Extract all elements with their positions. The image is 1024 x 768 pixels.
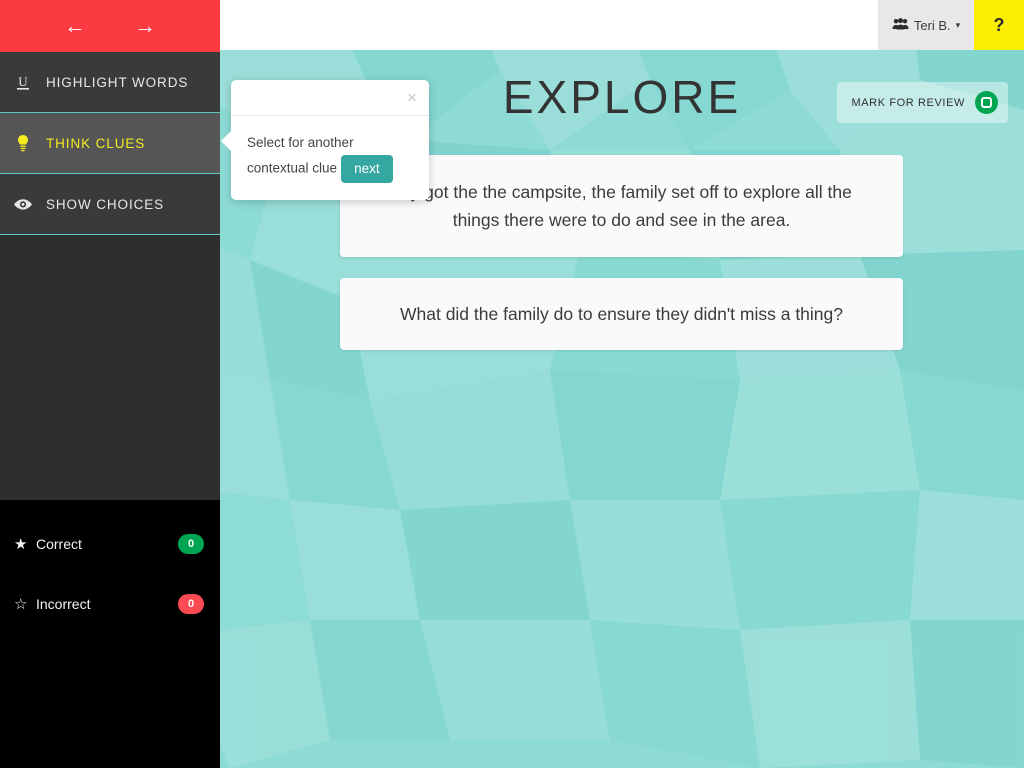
user-name-label: Teri B.: [913, 17, 951, 33]
sidebar-nav-header: ← →: [0, 0, 220, 52]
arrow-left-icon[interactable]: ←: [60, 15, 90, 37]
score-row-correct: ★ Correct 0: [0, 514, 220, 574]
sidebar-item-think-clues[interactable]: THINK CLUES: [0, 113, 220, 174]
score-badge-correct: 0: [178, 534, 204, 554]
lightbulb-glyph: [18, 135, 28, 152]
mark-for-review-label: MARK FOR REVIEW: [851, 96, 965, 109]
question-card: What did the family do to ensure they di…: [340, 278, 903, 350]
chevron-down-icon: ▾: [955, 19, 961, 30]
score-label: Incorrect: [36, 596, 91, 612]
popover-body: Select for another contextual clue next: [231, 116, 429, 183]
mark-for-review-button[interactable]: MARK FOR REVIEW: [837, 82, 1008, 123]
sidebar-item-label: THINK CLUES: [46, 135, 146, 151]
help-button[interactable]: ?: [974, 0, 1024, 50]
question-text: What did the family do to ensure they di…: [399, 304, 844, 324]
toggle-square-icon[interactable]: [975, 91, 998, 114]
popover-header: ×: [231, 80, 429, 116]
star-outline-icon: ☆: [14, 595, 28, 613]
sidebar-menu: U HIGHLIGHT WORDS THINK CLUES SHOW CHOIC…: [0, 52, 220, 500]
score-label: Correct: [36, 536, 82, 552]
next-button[interactable]: next: [341, 155, 393, 183]
arrow-right-icon[interactable]: →: [130, 15, 160, 37]
lightbulb-icon: [0, 134, 46, 152]
users-group-glyph: [892, 17, 909, 29]
sidebar-item-show-choices[interactable]: SHOW CHOICES: [0, 174, 220, 235]
passage-text: hey got the the campsite, the family set…: [391, 182, 852, 230]
score-row-incorrect: ☆ Incorrect 0: [0, 574, 220, 634]
sidebar-item-label: HIGHLIGHT WORDS: [46, 74, 189, 90]
eye-glyph: [14, 198, 32, 210]
sidebar-item-highlight-words[interactable]: U HIGHLIGHT WORDS: [0, 52, 220, 113]
sidebar-item-label: SHOW CHOICES: [46, 196, 165, 212]
underline-u-icon: U: [0, 74, 46, 91]
underline-u-glyph: U: [17, 74, 29, 90]
sidebar-empty-space: [0, 235, 220, 500]
popover-arrow: [221, 130, 232, 152]
close-x-icon[interactable]: ×: [407, 89, 417, 106]
popover-message: Select for another contextual clue: [247, 135, 354, 176]
sidebar-score-block: ★ Correct 0 ☆ Incorrect 0: [0, 500, 220, 618]
svg-text:U: U: [18, 74, 28, 89]
sidebar: ← → U HIGHLIGHT WORDS THINK CLUES SHOW C…: [0, 0, 220, 768]
top-bar: Teri B. ▾ ?: [220, 0, 1024, 50]
score-badge-incorrect: 0: [178, 594, 204, 614]
users-group-icon: [892, 17, 909, 33]
app-root: ← → U HIGHLIGHT WORDS THINK CLUES SHOW C…: [0, 0, 1024, 768]
eye-icon: [0, 198, 46, 211]
contextual-clue-popover: × Select for another contextual clue next: [221, 80, 429, 200]
star-filled-icon: ★: [14, 535, 28, 553]
user-dropdown[interactable]: Teri B. ▾: [878, 0, 974, 50]
